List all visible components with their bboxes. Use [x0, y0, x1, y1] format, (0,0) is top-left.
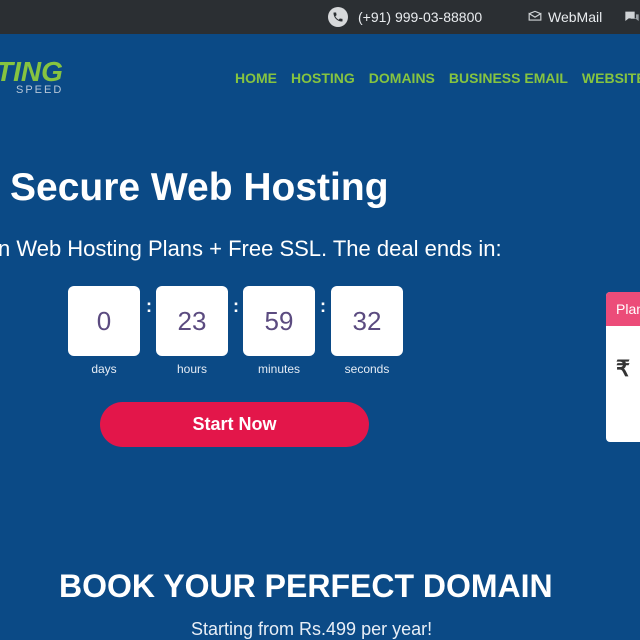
nav-item-domains[interactable]: DOMAINS: [369, 70, 435, 86]
countdown-days-label: days: [91, 362, 117, 376]
countdown-separator: :: [146, 296, 152, 316]
countdown-separator: :: [233, 296, 239, 316]
plan-card-header: Plan: [606, 292, 640, 326]
nav-item-home[interactable]: HOME: [235, 70, 277, 86]
rupee-icon: ₹: [616, 356, 630, 381]
countdown-seconds: 32: [331, 286, 403, 356]
nav-item-website[interactable]: WEBSITE: [582, 70, 640, 86]
phone-contact[interactable]: (+91) 999-03-88800: [328, 0, 482, 34]
logo-tagline: SPEED: [16, 84, 64, 96]
hero-subtitle: n Web Hosting Plans + Free SSL. The deal…: [0, 236, 502, 261]
webmail-label: WebMail: [548, 9, 603, 25]
top-bar: (+91) 999-03-88800 WebMail: [0, 0, 640, 34]
nav-item-business-email[interactable]: BUSINESS EMAIL: [449, 70, 568, 86]
domain-section-subtitle: Starting from Rs.499 per year!: [191, 619, 433, 639]
hero-title: Secure Web Hosting: [10, 166, 389, 209]
phone-number: (+91) 999-03-88800: [358, 9, 483, 25]
nav-item-hosting[interactable]: HOSTING: [291, 70, 355, 86]
phone-icon: [328, 7, 348, 27]
countdown-minutes: 59: [243, 286, 315, 356]
countdown-separator: :: [320, 296, 326, 316]
start-now-button[interactable]: Start Now: [100, 402, 369, 447]
webmail-link[interactable]: WebMail: [528, 0, 602, 34]
chat-icon[interactable]: [624, 0, 640, 34]
plan-card[interactable]: Plan ₹: [606, 292, 640, 442]
countdown-days: 0: [68, 286, 140, 356]
mail-icon: [528, 9, 542, 25]
countdown-hours: 23: [156, 286, 228, 356]
main-nav: HOME HOSTING DOMAINS BUSINESS EMAIL WEBS…: [235, 70, 640, 86]
domain-section-title: BOOK YOUR PERFECT DOMAIN: [59, 568, 553, 604]
countdown-hours-label: hours: [176, 362, 208, 376]
countdown-minutes-label: minutes: [257, 362, 301, 376]
countdown-seconds-label: seconds: [344, 362, 390, 376]
